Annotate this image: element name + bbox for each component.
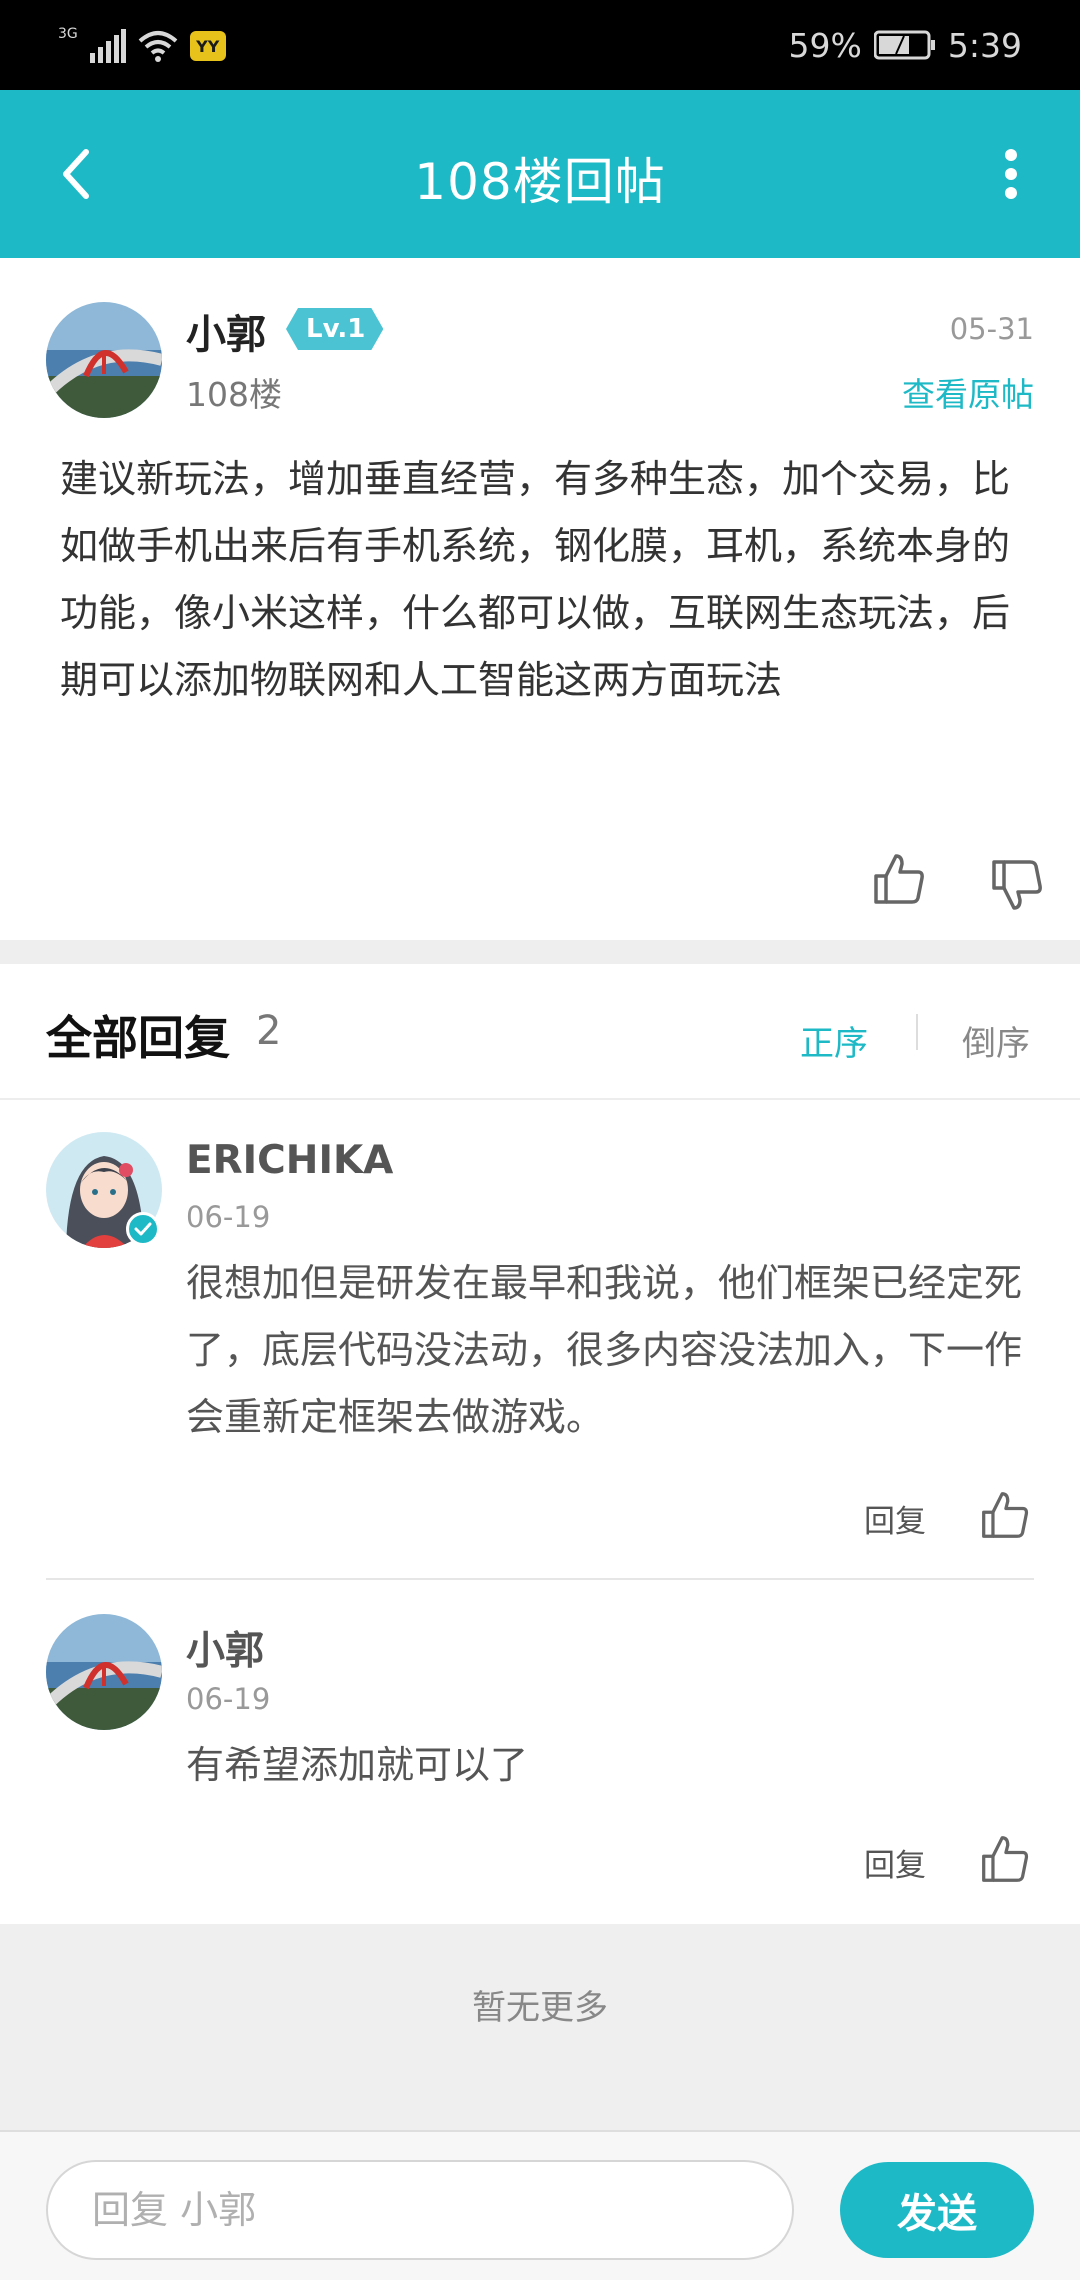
post-date: 05-31	[949, 312, 1034, 346]
author-name[interactable]: 小郭	[186, 302, 266, 360]
reply-content: 有希望添加就可以了	[186, 1743, 529, 1787]
yy-app-icon: YY	[189, 31, 226, 61]
status-left: 3G YY	[58, 24, 226, 68]
status-right: 59% 5:39	[789, 22, 1022, 68]
reply-item: 小郭 06-19 有希望添加就可以了 回复	[0, 1582, 1080, 1922]
replies-title: 全部回复	[46, 1011, 230, 1065]
reply-date: 06-19	[186, 1682, 271, 1716]
battery-icon	[873, 30, 935, 60]
network-type: 3G	[58, 26, 78, 42]
thumbs-up-icon[interactable]	[872, 852, 926, 906]
post-content: 建议新玩法，增加垂直经营，有多种生态，加个交易，比如做手机出来后有手机系统，钢化…	[60, 457, 1011, 702]
status-bar: 3G YY 59% 5:39	[0, 0, 1080, 90]
send-button[interactable]: 发送	[840, 2162, 1034, 2258]
level-badge: Lv.1	[286, 308, 383, 350]
signal-icon	[89, 29, 126, 63]
bridge-photo-avatar	[46, 1614, 162, 1730]
avatar[interactable]	[46, 302, 162, 418]
view-original-link[interactable]: 查看原帖	[902, 368, 1034, 416]
no-more-text: 暂无更多	[472, 1988, 608, 2028]
reply-button[interactable]: 回复	[864, 1840, 926, 1885]
battery-percent: 59%	[788, 25, 862, 65]
app-bar: 108楼回帖	[0, 90, 1080, 258]
wifi-icon	[138, 31, 178, 62]
bridge-photo-avatar	[46, 302, 162, 418]
avatar[interactable]	[46, 1614, 162, 1730]
reply-author[interactable]: 小郭	[186, 1620, 264, 1676]
sort-descending-tab[interactable]: 倒序	[962, 1016, 1030, 1065]
reply-author[interactable]: ERICHIKA	[186, 1138, 393, 1183]
reply-content: 很想加但是研发在最早和我说，他们框架已经定死了，底层代码没法动，很多内容没法加入…	[186, 1261, 1023, 1439]
page-title: 108楼回帖	[414, 153, 666, 211]
check-icon	[134, 1222, 152, 1236]
reply-date: 06-19	[186, 1200, 271, 1234]
thumbs-up-icon[interactable]	[980, 1490, 1030, 1540]
replies-header: 全部回复 2 正序 倒序	[0, 964, 1080, 1100]
thumbs-down-icon[interactable]	[990, 858, 1044, 912]
section-divider	[0, 940, 1080, 964]
sort-separator	[916, 1014, 918, 1050]
reply-item: ERICHIKA 06-19 很想加但是研发在最早和我说，他们框架已经定死了，底…	[0, 1100, 1080, 1580]
thumbs-up-icon[interactable]	[980, 1834, 1030, 1884]
reply-divider	[46, 1578, 1034, 1580]
more-vertical-icon	[1005, 149, 1017, 199]
reply-input[interactable]	[46, 2160, 794, 2260]
replies-count: 2	[256, 1008, 282, 1054]
floor-post: 小郭 Lv.1 108楼 05-31 查看原帖 建议新玩法，增加垂直经营，有多种…	[0, 258, 1080, 940]
reply-button[interactable]: 回复	[864, 1496, 926, 1541]
floor-number: 108楼	[186, 375, 282, 414]
no-more-footer: 暂无更多	[0, 1924, 1080, 2130]
clock: 5:39	[947, 25, 1022, 65]
reply-composer: 发送	[0, 2130, 1080, 2280]
sort-ascending-tab[interactable]: 正序	[800, 1016, 868, 1065]
more-options-button[interactable]	[976, 134, 1046, 214]
verified-badge	[126, 1212, 160, 1246]
